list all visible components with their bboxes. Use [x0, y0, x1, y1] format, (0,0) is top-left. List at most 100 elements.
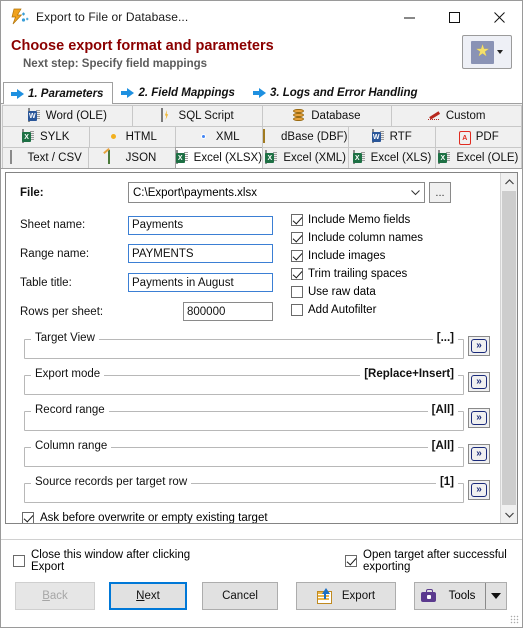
range-name-label: Range name: [20, 247, 90, 260]
export-button-label: Export [341, 590, 376, 602]
tab-logs-and-error-handling[interactable]: 3. Logs and Error Handling [245, 81, 428, 103]
group-record-range: Record range [All] » [24, 404, 490, 431]
format-tab-label: SYLK [40, 131, 70, 143]
footer-checkboxes: Close this window after clicking Export … [1, 540, 522, 573]
blue-arrow-icon [121, 87, 135, 98]
wizard-tabs: 1. Parameters 2. Field Mappings 3. Logs … [1, 81, 522, 104]
next-button[interactable]: Next [109, 582, 187, 610]
format-tab-json[interactable]: JSON [88, 147, 176, 168]
group-expand-button-target-view[interactable]: » [468, 336, 490, 356]
checkbox-box[interactable] [291, 214, 303, 226]
tab-label: 3. Logs and Error Handling [269, 86, 418, 99]
rows-per-sheet-row: Rows per sheet: 800000 [20, 297, 291, 326]
star-icon: ★ [471, 40, 494, 64]
format-tab-excel-xls[interactable]: X Excel (XLS) [348, 147, 436, 168]
export-sheet-up-arrow-icon [316, 588, 332, 604]
checkbox-label: Use raw data [308, 286, 376, 298]
checkbox-ask-before-overwrite[interactable]: Ask before overwrite or empty existing t… [22, 512, 500, 523]
format-tab-pdf[interactable]: A PDF [434, 126, 522, 147]
scrollbar-thumb[interactable] [502, 191, 516, 505]
excel-doc-icon: X [22, 129, 35, 144]
group-caption: Source records per target row [31, 476, 192, 488]
checkbox-box[interactable] [22, 512, 34, 523]
checkbox-box[interactable] [291, 304, 303, 316]
double-chevron-right-icon: » [471, 483, 487, 497]
tools-button-main[interactable]: Tools [415, 589, 485, 603]
format-tab-database[interactable]: Database [261, 105, 393, 126]
checkbox-include-memo-fields[interactable]: Include Memo fields [291, 214, 423, 226]
table-title-row: Table title: Payments in August [20, 268, 291, 297]
scroll-down-button[interactable] [501, 506, 517, 523]
resize-grip[interactable] [510, 615, 519, 624]
group-expand-button-column-range[interactable]: » [468, 444, 490, 464]
tools-button[interactable]: Tools [414, 582, 507, 610]
file-combo[interactable]: C:\Export\payments.xlsx [128, 182, 425, 203]
format-tab-excel-ole[interactable]: X Excel (OLE) [434, 147, 523, 168]
favorites-button[interactable]: ★ [462, 35, 512, 69]
checkbox-box[interactable] [13, 555, 25, 567]
checkbox-close-window-after-export[interactable]: Close this window after clicking Export [13, 549, 191, 573]
cancel-button[interactable]: Cancel [202, 582, 278, 610]
app-icon [9, 8, 31, 26]
format-tab-word-ole[interactable]: W Word (OLE) [2, 105, 133, 126]
format-tab-excel-xml[interactable]: X Excel (XML) [262, 147, 350, 168]
group-expand-button-export-mode[interactable]: » [468, 372, 490, 392]
scroll-up-button[interactable] [501, 173, 517, 190]
excel-doc-icon: X [438, 150, 451, 165]
title-bar: Export to File or Database... [1, 1, 522, 33]
format-tab-label: RTF [389, 131, 412, 143]
sql-script-icon [160, 108, 174, 123]
minimize-button[interactable] [387, 1, 432, 33]
format-tab-text-csv[interactable]: Text / CSV [2, 147, 90, 168]
checkbox-box[interactable] [345, 555, 358, 567]
format-tab-sylk[interactable]: X SYLK [2, 126, 90, 147]
tab-field-mappings[interactable]: 2. Field Mappings [113, 81, 244, 103]
checkbox-open-target-after-export[interactable]: Open target after successful exporting [345, 549, 522, 573]
group-expand-button-source-records[interactable]: » [468, 480, 490, 500]
checkbox-include-images[interactable]: Include images [291, 250, 423, 262]
checkbox-add-autofilter[interactable]: Add Autofilter [291, 304, 423, 316]
checkbox-trim-trailing-spaces[interactable]: Trim trailing spaces [291, 268, 423, 280]
panel-scrollbar[interactable] [500, 173, 517, 523]
checkbox-include-column-names[interactable]: Include column names [291, 232, 423, 244]
back-button[interactable]: Back [15, 582, 95, 610]
chevron-down-icon[interactable] [406, 189, 424, 196]
format-tab-sql-script[interactable]: SQL Script [131, 105, 263, 126]
export-button[interactable]: Export [296, 582, 396, 610]
window-controls [387, 1, 522, 33]
format-tab-custom[interactable]: Custom [391, 105, 522, 126]
maximize-button[interactable] [432, 1, 477, 33]
double-chevron-right-icon: » [471, 411, 487, 425]
file-label: File: [20, 186, 44, 199]
checkbox-box[interactable] [291, 250, 303, 262]
tab-label: 2. Field Mappings [138, 86, 235, 99]
format-tab-rtf[interactable]: W RTF [348, 126, 436, 147]
field-column: Sheet name: Payments Range name: PAYMENT… [6, 211, 291, 326]
format-tab-label: Excel (OLE) [456, 152, 519, 164]
checkbox-box[interactable] [291, 232, 303, 244]
group-column-range: Column range [All] » [24, 440, 490, 467]
format-tab-xml[interactable]: XML [175, 126, 263, 147]
checkbox-use-raw-data[interactable]: Use raw data [291, 286, 423, 298]
checkbox-box[interactable] [291, 268, 303, 280]
group-expand-button-record-range[interactable]: » [468, 408, 490, 428]
format-tab-label: PDF [475, 131, 499, 143]
rows-per-sheet-input[interactable]: 800000 [183, 302, 273, 321]
chevron-down-icon[interactable] [497, 50, 503, 54]
table-title-input[interactable]: Payments in August [128, 273, 273, 292]
back-accel: B [42, 590, 50, 602]
tools-dropdown-arrow[interactable] [485, 583, 506, 609]
close-button[interactable] [477, 1, 522, 33]
format-tab-label: HTML [125, 131, 157, 143]
group-caption: Export mode [31, 368, 105, 380]
format-tab-html[interactable]: HTML [88, 126, 176, 147]
format-tab-label: JSON [125, 152, 157, 164]
sheet-name-input[interactable]: Payments [128, 215, 273, 235]
format-tab-excel-xlsx[interactable]: X Excel (XLSX) [174, 147, 264, 168]
range-name-input[interactable]: PAYMENTS [128, 244, 273, 263]
tab-parameters[interactable]: 1. Parameters [3, 82, 114, 104]
checkbox-box[interactable] [291, 286, 303, 298]
browse-button[interactable]: ... [429, 182, 451, 203]
group-value: [1] [435, 476, 458, 488]
format-tab-dbase[interactable]: dBase (DBF) [261, 126, 349, 147]
